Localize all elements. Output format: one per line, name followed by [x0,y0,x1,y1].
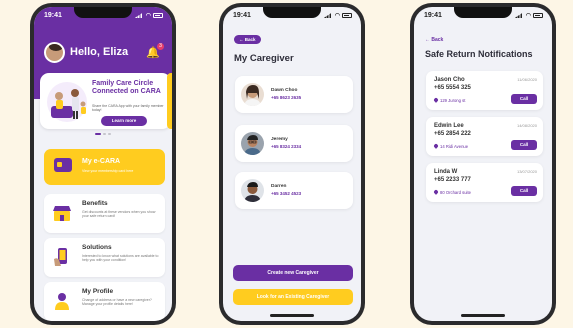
battery-icon [342,12,352,18]
caregiver-photo [241,83,264,106]
location-pin-icon [433,143,439,149]
caregiver-card[interactable]: Dawn Choo +65 8623 2635 [235,76,353,113]
location-text: 80 Orchard suite [440,190,471,195]
notification-badge: 3 [157,43,164,50]
notification-card[interactable]: Jason Cho 11/06/2020 +65 5554 325 129 Ju… [426,71,543,110]
benefits-card[interactable]: Benefits Get discounts at these vendors … [44,194,165,233]
notch [74,7,132,18]
signal-icon [514,12,524,18]
solutions-card[interactable]: Solutions Interested to know what soluti… [44,238,165,277]
phone-home: 19:41 ◠ Hello, Eliza 🔔 3 Family Care Circ… [30,3,176,325]
benefits-subtitle: Get discounts at these vendors when you … [82,210,156,219]
avatar[interactable] [44,42,65,63]
notification-bell-icon[interactable]: 🔔 3 [146,43,164,59]
call-button[interactable]: Call [511,186,537,196]
carousel-dots [95,133,111,135]
back-button[interactable]: ← Back [425,37,443,43]
location-pin-icon [433,189,439,195]
caregiver-card[interactable]: Jeremy +65 8324 2334 [235,125,353,162]
caregiver-photo [241,132,264,155]
notification-phone: +65 5554 325 [434,85,471,91]
notification-card[interactable]: Linda W 13/07/2020 +65 2233 777 80 Orcha… [426,163,543,202]
page-title: My Caregiver [234,53,294,64]
status-time: 19:41 [233,11,251,19]
phone-safe-return: 19:41 ◠ ← Back Safe Return Notifications… [410,3,556,325]
ecara-subtitle: View your membership card here [82,169,134,173]
wifi-icon: ◠ [525,12,531,19]
banner-title: Family Care Circle Connected on CARA [92,80,161,95]
location-pin-icon [433,97,439,103]
caregiver-name: Jeremy [271,137,288,142]
wifi-icon: ◠ [334,12,340,19]
status-time: 19:41 [44,11,62,19]
my-profile-card[interactable]: My Profile Change of address or have a n… [44,282,165,321]
wifi-icon: ◠ [145,12,151,19]
notification-location: 80 Orchard suite [433,189,471,195]
home-indicator[interactable] [270,314,314,317]
home-screen: 19:41 ◠ Hello, Eliza 🔔 3 Family Care Circ… [34,7,172,321]
benefits-title: Benefits [82,200,108,207]
notification-card[interactable]: Edwin Lee 14/08/2020 +65 2854 222 14 Rid… [426,117,543,156]
next-banner-peek[interactable] [167,73,172,129]
location-text: 14 Ridi Avenue [440,144,469,149]
create-caregiver-button[interactable]: Create new Caregiver [233,265,353,281]
call-button[interactable]: Call [511,94,537,104]
solutions-title: Solutions [82,244,112,251]
caregiver-screen: 19:41 ◠ ← Back My Caregiver Dawn Choo +6… [223,7,361,321]
safe-return-screen: 19:41 ◠ ← Back Safe Return Notifications… [414,7,552,321]
battery-icon [533,12,543,18]
caregiver-phone[interactable]: +65 8324 2334 [271,144,301,149]
status-time: 19:41 [424,11,442,19]
phone-hand-icon [54,248,67,266]
caregiver-phone[interactable]: +65 3452 4523 [271,191,301,196]
find-caregiver-button[interactable]: Look for an Existing Caregiver [233,289,353,305]
ecara-title: My e-CARA [82,158,121,165]
id-card-icon [54,158,72,172]
notification-phone: +65 2854 222 [434,131,471,137]
caregiver-name: Darren [271,184,287,189]
my-profile-title: My Profile [82,288,114,295]
signal-icon [323,12,333,18]
notification-date: 11/06/2020 [517,77,537,82]
back-button[interactable]: ← Back [234,35,261,44]
battery-icon [153,12,163,18]
learn-more-button[interactable]: Learn more [101,116,147,126]
notification-name: Jason Cho [434,77,465,83]
caregiver-name: Dawn Choo [271,88,298,93]
notification-name: Edwin Lee [434,123,464,129]
call-button[interactable]: Call [511,140,537,150]
caregiver-phone[interactable]: +65 8623 2635 [271,95,301,100]
greeting: Hello, Eliza [70,46,129,58]
banner-subtitle: Share the CARA App with your family memb… [92,104,164,112]
store-icon [53,206,71,221]
home-indicator[interactable] [461,314,505,317]
page-title: Safe Return Notifications [425,49,533,59]
notch [263,7,321,18]
solutions-subtitle: Interested to know what solutions are av… [82,254,159,263]
notification-phone: +65 2233 777 [434,177,471,183]
notch [454,7,512,18]
family-care-banner[interactable]: Family Care Circle Connected on CARA Sha… [40,73,171,129]
my-profile-subtitle: Change of address or have a new caregive… [82,298,152,307]
family-illustration-icon [47,82,87,122]
ecara-card[interactable]: My e-CARA View your membership card here [44,149,165,185]
notification-date: 14/08/2020 [516,123,537,128]
location-text: 129 Jurong st [440,98,466,103]
signal-icon [134,12,144,18]
profile-icon [55,293,69,310]
notification-name: Linda W [434,169,458,175]
caregiver-card[interactable]: Darren +65 3452 4523 [235,172,353,209]
caregiver-photo [241,179,264,202]
notification-location: 129 Jurong st [433,97,466,103]
notification-date: 13/07/2020 [516,169,537,174]
notification-location: 14 Ridi Avenue [433,143,469,149]
phone-caregiver: 19:41 ◠ ← Back My Caregiver Dawn Choo +6… [219,3,365,325]
